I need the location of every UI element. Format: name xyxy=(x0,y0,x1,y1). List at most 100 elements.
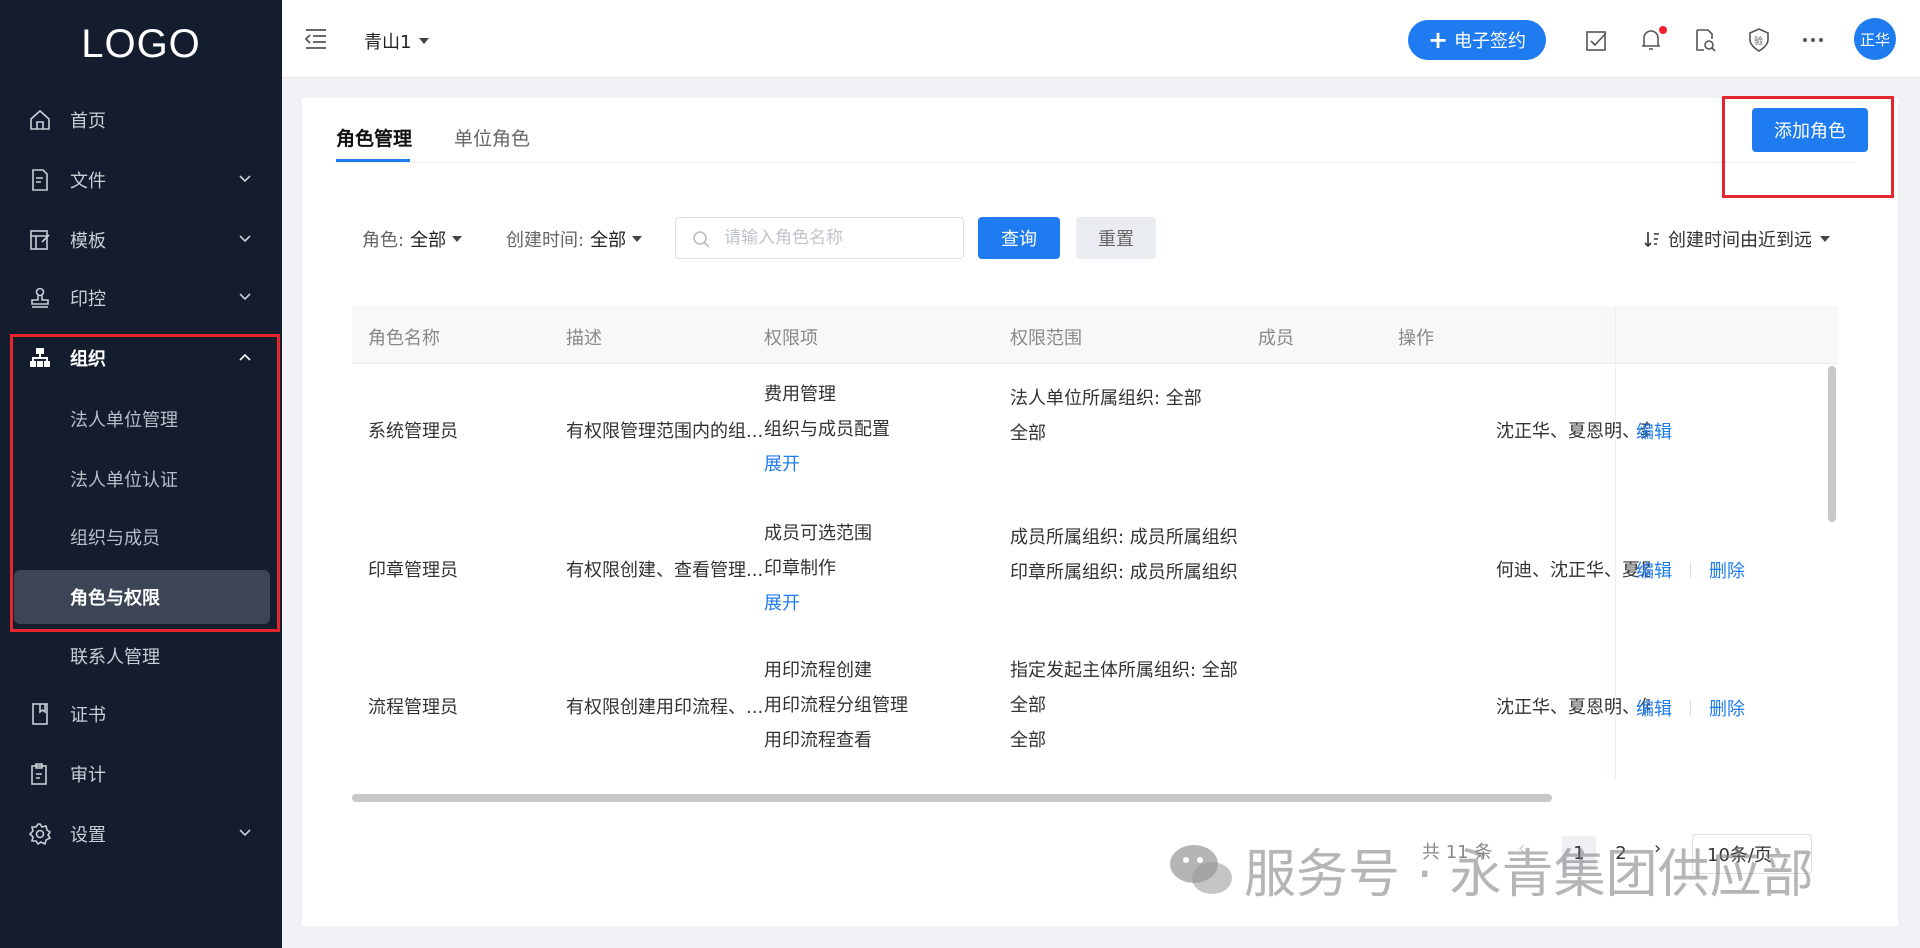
scope-item: 全部 xyxy=(1010,695,1046,716)
collapse-menu-icon[interactable] xyxy=(304,28,328,50)
logo: LOGO xyxy=(81,22,201,66)
sidebar-item-audit[interactable]: 审计 xyxy=(0,748,282,800)
top-header: 青山1 + 电子签约 验 正华 xyxy=(282,0,1920,78)
sidebar-subitem-entity-auth[interactable]: 法人单位认证 xyxy=(14,452,270,506)
scope-list: 成员所属组织: 成员所属组织 印章所属组织: 成员所属组织 xyxy=(1010,520,1238,590)
sidebar-subitem-label: 角色与权限 xyxy=(70,588,160,609)
plus-icon: + xyxy=(1427,26,1449,54)
chevron-down-icon xyxy=(239,829,251,837)
caret-down-icon xyxy=(632,236,643,242)
edit-link[interactable]: 编辑 xyxy=(1636,557,1672,583)
file-icon xyxy=(32,169,48,191)
row-actions: 编辑 xyxy=(1636,418,1672,444)
sidebar-subitem-org-members[interactable]: 组织与成员 xyxy=(14,510,270,564)
caret-down-icon xyxy=(419,38,430,44)
sidebar: LOGO 首页 文件 模板 印控 组织 法人单位管理 法人单位认证 组织与成员 … xyxy=(0,0,282,948)
scope-item: 印章所属组织: 成员所属组织 xyxy=(1010,562,1238,583)
wechat-icon xyxy=(1170,844,1232,894)
sidebar-item-certificate[interactable]: 证书 xyxy=(0,688,282,740)
sidebar-item-label: 文件 xyxy=(70,171,106,192)
role-name: 流程管理员 xyxy=(368,697,458,718)
perm-item: 费用管理 xyxy=(764,384,836,405)
search-box xyxy=(675,217,964,259)
column-header: 权限范围 xyxy=(1010,328,1082,349)
sidebar-item-file[interactable]: 文件 xyxy=(0,154,282,206)
column-header: 操作 xyxy=(1398,328,1434,349)
perm-item: 用印流程创建 xyxy=(764,660,872,681)
home-icon xyxy=(30,109,50,130)
document-search-icon[interactable] xyxy=(1692,27,1718,53)
caret-down-icon xyxy=(1820,236,1830,242)
sidebar-item-seal-control[interactable]: 印控 xyxy=(0,272,282,324)
role-name: 系统管理员 xyxy=(368,421,458,442)
sidebar-item-settings[interactable]: 设置 xyxy=(0,808,282,860)
vertical-scrollbar[interactable] xyxy=(1828,366,1836,522)
verify-shield-icon[interactable]: 验 xyxy=(1746,27,1772,53)
settings-icon xyxy=(28,823,52,846)
org-switcher[interactable]: 青山1 xyxy=(364,28,430,54)
perm-item: 成员可选范围 xyxy=(764,523,872,544)
role-filter[interactable]: 角色: 全部 xyxy=(362,226,463,252)
esign-label: 电子签约 xyxy=(1454,31,1527,52)
chevron-up-icon xyxy=(239,353,251,361)
task-check-icon[interactable] xyxy=(1584,27,1610,53)
chevron-down-icon xyxy=(239,235,251,243)
sidebar-subitem-legal-entity[interactable]: 法人单位管理 xyxy=(14,392,270,446)
delete-link[interactable]: 删除 xyxy=(1709,695,1745,721)
org-icon xyxy=(30,348,50,367)
search-input[interactable] xyxy=(724,226,954,250)
esign-button[interactable]: + 电子签约 xyxy=(1408,20,1546,60)
perm-item: 用印流程分组管理 xyxy=(764,695,908,716)
scope-item: 全部 xyxy=(1010,730,1046,751)
scope-item: 成员所属组织: 成员所属组织 xyxy=(1010,527,1238,548)
sidebar-item-label: 组织 xyxy=(70,349,106,370)
perm-list: 用印流程创建 用印流程分组管理 用印流程查看 xyxy=(764,653,908,758)
edit-link[interactable]: 编辑 xyxy=(1636,418,1672,444)
org-name: 青山1 xyxy=(364,32,412,53)
caret-down-icon xyxy=(452,236,463,242)
stamp-icon xyxy=(31,287,49,308)
edit-link[interactable]: 编辑 xyxy=(1636,695,1672,721)
svg-text:验: 验 xyxy=(1754,35,1763,47)
scope-list: 指定发起主体所属组织: 全部 全部 全部 xyxy=(1010,653,1238,758)
sidebar-item-contacts[interactable]: 联系人管理 xyxy=(0,630,282,682)
avatar[interactable]: 正华 xyxy=(1854,18,1896,60)
row-actions: 编辑 删除 xyxy=(1636,695,1745,721)
sidebar-subitem-roles[interactable]: 角色与权限 xyxy=(14,570,270,624)
chevron-down-icon xyxy=(239,175,251,183)
sidebar-item-template[interactable]: 模板 xyxy=(0,214,282,266)
perm-item: 用印流程查看 xyxy=(764,730,872,751)
time-filter-label: 创建时间: xyxy=(506,230,585,251)
time-filter[interactable]: 创建时间: 全部 xyxy=(506,226,643,252)
sort-dropdown[interactable]: 创建时间由近到远 xyxy=(1644,226,1830,252)
tab-unit-role[interactable]: 单位角色 xyxy=(454,124,530,151)
members: 沈正华、夏恩明、何迪 xyxy=(1496,697,1650,718)
role-desc: 有权限创建用印流程、... xyxy=(566,697,764,718)
search-icon xyxy=(693,231,710,248)
watermark-text: 服务号 · 永青集团供应部 xyxy=(1244,845,1814,905)
delete-link[interactable]: 删除 xyxy=(1709,557,1745,583)
time-filter-value: 全部 xyxy=(590,230,627,251)
horizontal-scrollbar[interactable] xyxy=(352,794,1552,802)
row-actions: 编辑 删除 xyxy=(1636,557,1745,583)
active-tab-indicator xyxy=(336,159,410,162)
sidebar-item-label: 审计 xyxy=(70,765,106,786)
reset-button[interactable]: 重置 xyxy=(1076,217,1156,259)
role-filter-label: 角色: xyxy=(362,230,405,251)
sidebar-item-home[interactable]: 首页 xyxy=(0,94,282,146)
action-separator xyxy=(1690,562,1691,578)
expand-link[interactable]: 展开 xyxy=(764,586,872,621)
audit-icon xyxy=(31,763,47,785)
query-button[interactable]: 查询 xyxy=(978,217,1060,259)
scope-list: 法人单位所属组织: 全部 全部 xyxy=(1010,381,1202,451)
members: 何迪、沈正华、夏恩明 xyxy=(1496,560,1650,581)
more-icon[interactable] xyxy=(1800,27,1826,53)
scope-item: 指定发起主体所属组织: 全部 xyxy=(1010,660,1238,681)
expand-link[interactable]: 展开 xyxy=(764,447,890,482)
tab-role-management[interactable]: 角色管理 xyxy=(336,124,412,151)
role-name: 印章管理员 xyxy=(368,560,458,581)
sidebar-subitem-label: 法人单位管理 xyxy=(70,410,178,431)
sidebar-item-organization[interactable]: 组织 xyxy=(0,332,282,384)
scope-item: 法人单位所属组织: 全部 xyxy=(1010,388,1202,409)
add-role-button[interactable]: 添加角色 xyxy=(1752,108,1868,152)
